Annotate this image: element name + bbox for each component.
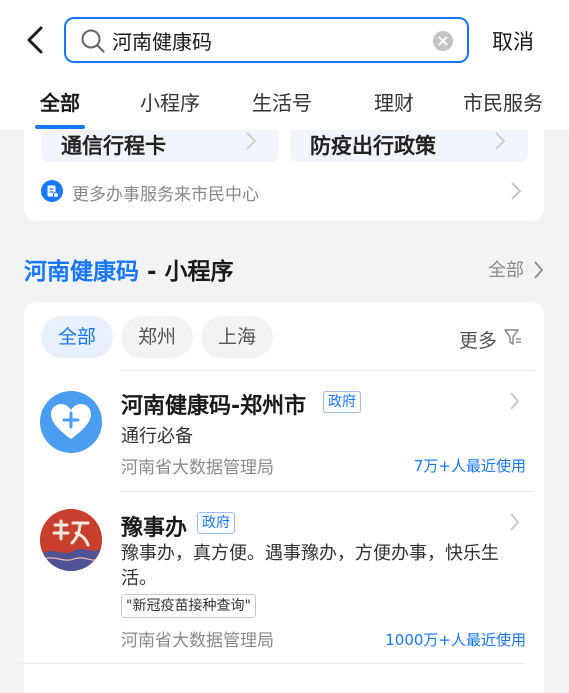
heart-plus-icon: [40, 391, 102, 453]
filter-chip-zhengzhou[interactable]: 郑州: [121, 316, 193, 358]
yu-seal-icon: [40, 509, 102, 571]
filter-icon: [504, 329, 521, 345]
result-feature-tag: "新冠疫苗接种查询": [121, 594, 256, 618]
government-badge: 政府: [323, 391, 361, 413]
policy-tile-travel-card[interactable]: 通信行程卡: [41, 130, 279, 162]
result-description: 通行必备: [121, 426, 193, 447]
chevron-right-icon: [511, 182, 522, 200]
result-item-henan-health-code[interactable]: 河南健康码-郑州市 政府 通行必备 河南省大数据管理局 7万+人最近使用: [24, 371, 544, 491]
divider: [16, 663, 526, 664]
more-filters-button[interactable]: 更多: [459, 326, 497, 353]
search-box[interactable]: [64, 17, 469, 63]
result-usage-count: 1000万+人最近使用: [385, 631, 526, 649]
more-services-label: 更多办事服务来市民中心: [72, 185, 259, 205]
government-badge: 政府: [197, 512, 235, 534]
tab-finance[interactable]: 理财: [374, 87, 414, 116]
section-view-all-link[interactable]: 全部: [488, 256, 524, 282]
epidemic-policy-card: 通信行程卡 防疫出行政策 更多办事服务来市民中心: [24, 130, 544, 221]
chevron-left-icon: [27, 26, 43, 54]
result-title: 河南健康码-郑州市: [121, 394, 307, 419]
tab-life-account[interactable]: 生活号: [252, 87, 312, 116]
miniprogram-results-card: 全部 郑州 上海 更多 河南健康码-郑州市 政府 通行必备 河南省大数据管理局 …: [24, 302, 544, 693]
filter-chip-all[interactable]: 全部: [41, 316, 113, 358]
search-icon: [81, 29, 105, 53]
tab-citizen-services[interactable]: 市民服务: [463, 87, 543, 116]
chevron-right-icon: [534, 261, 544, 279]
result-type-tabs: 全部 小程序 生活号 理财 市民服务: [0, 84, 569, 130]
clear-search-button[interactable]: [433, 31, 453, 51]
tab-miniprogram[interactable]: 小程序: [140, 87, 200, 116]
active-tab-indicator: [35, 125, 85, 129]
result-description: 豫事办，真方便。遇事豫办，方便办事，快乐生活。: [121, 543, 499, 589]
result-organization: 河南省大数据管理局: [121, 631, 274, 651]
search-input[interactable]: [112, 25, 432, 55]
filter-chip-shanghai[interactable]: 上海: [201, 316, 273, 358]
result-title: 豫事办: [121, 516, 188, 541]
policy-tile-label: 防疫出行政策: [310, 134, 436, 158]
chevron-right-icon: [510, 513, 520, 531]
tab-all[interactable]: 全部: [40, 87, 80, 116]
result-item-yushiban[interactable]: 豫事办 政府 豫事办，真方便。遇事豫办，方便办事，快乐生活。 "新冠疫苗接种查询…: [24, 492, 544, 667]
section-title: 河南健康码 - 小程序: [24, 252, 234, 286]
chevron-right-icon: [246, 132, 257, 150]
close-icon: [438, 36, 448, 46]
chevron-right-icon: [510, 392, 520, 410]
search-results-page: 取消 全部 小程序 生活号 理财 市民服务 通信行程卡 防疫出行政策: [0, 0, 569, 693]
more-services-link[interactable]: 更多办事服务来市民中心: [24, 176, 544, 210]
search-header: 取消 全部 小程序 生活号 理财 市民服务: [0, 0, 569, 130]
back-button[interactable]: [22, 24, 50, 56]
section-title-suffix: - 小程序: [139, 259, 234, 285]
policy-tile-travel-policy[interactable]: 防疫出行政策: [290, 130, 528, 162]
cancel-button[interactable]: 取消: [492, 26, 534, 56]
policy-tile-label: 通信行程卡: [61, 134, 166, 158]
result-usage-count: 7万+人最近使用: [413, 457, 526, 475]
chevron-right-icon: [495, 132, 506, 150]
result-organization: 河南省大数据管理局: [121, 458, 274, 478]
section-title-keyword: 河南健康码: [24, 259, 139, 285]
document-icon: [41, 180, 63, 202]
